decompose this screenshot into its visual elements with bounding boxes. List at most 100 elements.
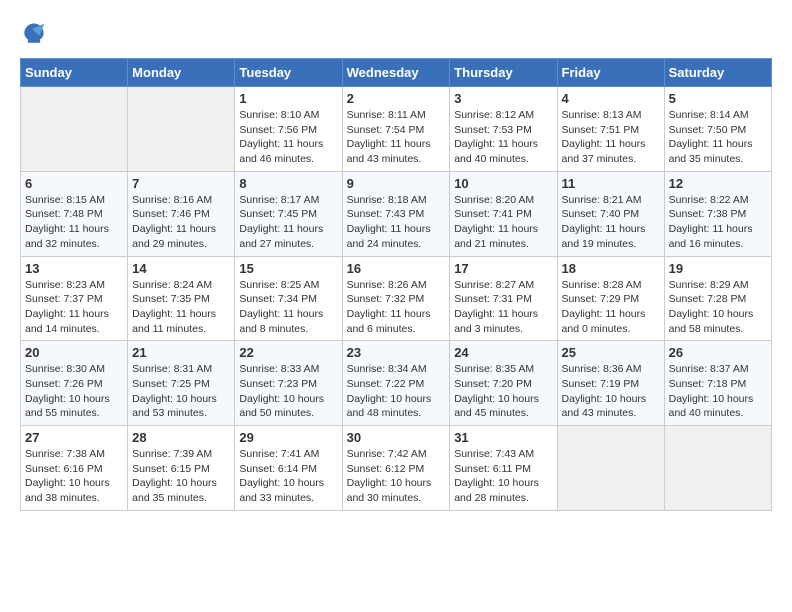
day-info: Sunrise: 7:39 AMSunset: 6:15 PMDaylight:… xyxy=(132,447,230,506)
day-info: Sunrise: 8:20 AMSunset: 7:41 PMDaylight:… xyxy=(454,193,552,252)
calendar-week-row: 6 Sunrise: 8:15 AMSunset: 7:48 PMDaylight… xyxy=(21,171,772,256)
calendar-day-header: Sunday xyxy=(21,59,128,87)
day-info: Sunrise: 8:29 AMSunset: 7:28 PMDaylight:… xyxy=(669,278,767,337)
day-number: 25 xyxy=(562,345,660,360)
calendar-day-cell: 21 Sunrise: 8:31 AMSunset: 7:25 PMDayligh… xyxy=(128,341,235,426)
day-info: Sunrise: 7:42 AMSunset: 6:12 PMDaylight:… xyxy=(347,447,446,506)
calendar-day-header: Saturday xyxy=(664,59,771,87)
calendar-day-cell: 4 Sunrise: 8:13 AMSunset: 7:51 PMDaylight… xyxy=(557,87,664,172)
day-info: Sunrise: 8:13 AMSunset: 7:51 PMDaylight:… xyxy=(562,108,660,167)
day-number: 1 xyxy=(239,91,337,106)
day-number: 7 xyxy=(132,176,230,191)
calendar-day-cell: 22Sunrise: 8:33 AMSunset: 7:23 PMDayligh… xyxy=(235,341,342,426)
day-number: 17 xyxy=(454,261,552,276)
calendar-week-row: 20Sunrise: 8:30 AMSunset: 7:26 PMDayligh… xyxy=(21,341,772,426)
day-number: 11 xyxy=(562,176,660,191)
day-info: Sunrise: 8:18 AMSunset: 7:43 PMDaylight:… xyxy=(347,193,446,252)
calendar-day-header: Tuesday xyxy=(235,59,342,87)
calendar-day-cell: 13 Sunrise: 8:23 AMSunset: 7:37 PMDayligh… xyxy=(21,256,128,341)
day-number: 13 xyxy=(25,261,123,276)
calendar-week-row: 13 Sunrise: 8:23 AMSunset: 7:37 PMDayligh… xyxy=(21,256,772,341)
calendar-header-row: SundayMondayTuesdayWednesdayThursdayFrid… xyxy=(21,59,772,87)
calendar-day-cell xyxy=(21,87,128,172)
calendar-day-cell: 19 Sunrise: 8:29 AMSunset: 7:28 PMDayligh… xyxy=(664,256,771,341)
calendar-day-cell: 8 Sunrise: 8:17 AMSunset: 7:45 PMDaylight… xyxy=(235,171,342,256)
calendar-week-row: 27 Sunrise: 7:38 AMSunset: 6:16 PMDayligh… xyxy=(21,426,772,511)
day-number: 30 xyxy=(347,430,446,445)
day-info: Sunrise: 8:11 AMSunset: 7:54 PMDaylight:… xyxy=(347,108,446,167)
day-number: 28 xyxy=(132,430,230,445)
day-number: 12 xyxy=(669,176,767,191)
day-info: Sunrise: 7:43 AMSunset: 6:11 PMDaylight:… xyxy=(454,447,552,506)
calendar-day-cell: 1 Sunrise: 8:10 AMSunset: 7:56 PMDaylight… xyxy=(235,87,342,172)
day-number: 29 xyxy=(239,430,337,445)
day-number: 3 xyxy=(454,91,552,106)
calendar-day-cell: 18Sunrise: 8:28 AMSunset: 7:29 PMDayligh… xyxy=(557,256,664,341)
day-info: Sunrise: 8:10 AMSunset: 7:56 PMDaylight:… xyxy=(239,108,337,167)
day-info: Sunrise: 8:14 AMSunset: 7:50 PMDaylight:… xyxy=(669,108,767,167)
day-info: Sunrise: 8:30 AMSunset: 7:26 PMDaylight:… xyxy=(25,362,123,421)
calendar-day-cell: 6 Sunrise: 8:15 AMSunset: 7:48 PMDaylight… xyxy=(21,171,128,256)
day-number: 9 xyxy=(347,176,446,191)
day-number: 6 xyxy=(25,176,123,191)
calendar-day-header: Friday xyxy=(557,59,664,87)
calendar-day-cell: 3 Sunrise: 8:12 AMSunset: 7:53 PMDaylight… xyxy=(450,87,557,172)
day-info: Sunrise: 8:31 AMSunset: 7:25 PMDaylight:… xyxy=(132,362,230,421)
calendar-day-cell: 28 Sunrise: 7:39 AMSunset: 6:15 PMDayligh… xyxy=(128,426,235,511)
calendar-day-cell: 2 Sunrise: 8:11 AMSunset: 7:54 PMDaylight… xyxy=(342,87,450,172)
day-info: Sunrise: 8:12 AMSunset: 7:53 PMDaylight:… xyxy=(454,108,552,167)
day-info: Sunrise: 8:15 AMSunset: 7:48 PMDaylight:… xyxy=(25,193,123,252)
day-number: 14 xyxy=(132,261,230,276)
day-number: 31 xyxy=(454,430,552,445)
day-number: 27 xyxy=(25,430,123,445)
calendar-day-header: Wednesday xyxy=(342,59,450,87)
calendar-day-cell: 31 Sunrise: 7:43 AMSunset: 6:11 PMDayligh… xyxy=(450,426,557,511)
logo-icon xyxy=(20,20,48,48)
calendar-day-cell xyxy=(557,426,664,511)
calendar-day-cell: 27 Sunrise: 7:38 AMSunset: 6:16 PMDayligh… xyxy=(21,426,128,511)
day-info: Sunrise: 8:16 AMSunset: 7:46 PMDaylight:… xyxy=(132,193,230,252)
calendar-day-cell: 24 Sunrise: 8:35 AMSunset: 7:20 PMDayligh… xyxy=(450,341,557,426)
calendar-table: SundayMondayTuesdayWednesdayThursdayFrid… xyxy=(20,58,772,511)
calendar-day-cell: 26 Sunrise: 8:37 AMSunset: 7:18 PMDayligh… xyxy=(664,341,771,426)
logo xyxy=(20,20,52,48)
calendar-day-cell: 15 Sunrise: 8:25 AMSunset: 7:34 PMDayligh… xyxy=(235,256,342,341)
day-info: Sunrise: 7:38 AMSunset: 6:16 PMDaylight:… xyxy=(25,447,123,506)
calendar-day-header: Thursday xyxy=(450,59,557,87)
day-number: 8 xyxy=(239,176,337,191)
day-info: Sunrise: 8:17 AMSunset: 7:45 PMDaylight:… xyxy=(239,193,337,252)
calendar-day-cell: 20Sunrise: 8:30 AMSunset: 7:26 PMDayligh… xyxy=(21,341,128,426)
calendar-day-cell: 11 Sunrise: 8:21 AMSunset: 7:40 PMDayligh… xyxy=(557,171,664,256)
calendar-day-cell: 5Sunrise: 8:14 AMSunset: 7:50 PMDaylight… xyxy=(664,87,771,172)
day-info: Sunrise: 8:24 AMSunset: 7:35 PMDaylight:… xyxy=(132,278,230,337)
day-info: Sunrise: 8:33 AMSunset: 7:23 PMDaylight:… xyxy=(239,362,337,421)
day-info: Sunrise: 8:35 AMSunset: 7:20 PMDaylight:… xyxy=(454,362,552,421)
day-info: Sunrise: 8:21 AMSunset: 7:40 PMDaylight:… xyxy=(562,193,660,252)
day-number: 19 xyxy=(669,261,767,276)
day-number: 16 xyxy=(347,261,446,276)
calendar-day-header: Monday xyxy=(128,59,235,87)
calendar-day-cell: 16Sunrise: 8:26 AMSunset: 7:32 PMDayligh… xyxy=(342,256,450,341)
day-number: 24 xyxy=(454,345,552,360)
day-info: Sunrise: 8:36 AMSunset: 7:19 PMDaylight:… xyxy=(562,362,660,421)
day-info: Sunrise: 8:37 AMSunset: 7:18 PMDaylight:… xyxy=(669,362,767,421)
day-number: 26 xyxy=(669,345,767,360)
day-info: Sunrise: 8:34 AMSunset: 7:22 PMDaylight:… xyxy=(347,362,446,421)
day-number: 4 xyxy=(562,91,660,106)
day-info: Sunrise: 8:22 AMSunset: 7:38 PMDaylight:… xyxy=(669,193,767,252)
day-number: 21 xyxy=(132,345,230,360)
day-info: Sunrise: 8:27 AMSunset: 7:31 PMDaylight:… xyxy=(454,278,552,337)
calendar-day-cell xyxy=(128,87,235,172)
calendar-day-cell: 25 Sunrise: 8:36 AMSunset: 7:19 PMDayligh… xyxy=(557,341,664,426)
day-info: Sunrise: 8:25 AMSunset: 7:34 PMDaylight:… xyxy=(239,278,337,337)
day-number: 2 xyxy=(347,91,446,106)
calendar-day-cell xyxy=(664,426,771,511)
day-info: Sunrise: 8:23 AMSunset: 7:37 PMDaylight:… xyxy=(25,278,123,337)
day-number: 15 xyxy=(239,261,337,276)
calendar-week-row: 1 Sunrise: 8:10 AMSunset: 7:56 PMDaylight… xyxy=(21,87,772,172)
calendar-day-cell: 10Sunrise: 8:20 AMSunset: 7:41 PMDayligh… xyxy=(450,171,557,256)
calendar-day-cell: 7 Sunrise: 8:16 AMSunset: 7:46 PMDaylight… xyxy=(128,171,235,256)
calendar-day-cell: 23Sunrise: 8:34 AMSunset: 7:22 PMDayligh… xyxy=(342,341,450,426)
calendar-day-cell: 17 Sunrise: 8:27 AMSunset: 7:31 PMDayligh… xyxy=(450,256,557,341)
calendar-day-cell: 14 Sunrise: 8:24 AMSunset: 7:35 PMDayligh… xyxy=(128,256,235,341)
